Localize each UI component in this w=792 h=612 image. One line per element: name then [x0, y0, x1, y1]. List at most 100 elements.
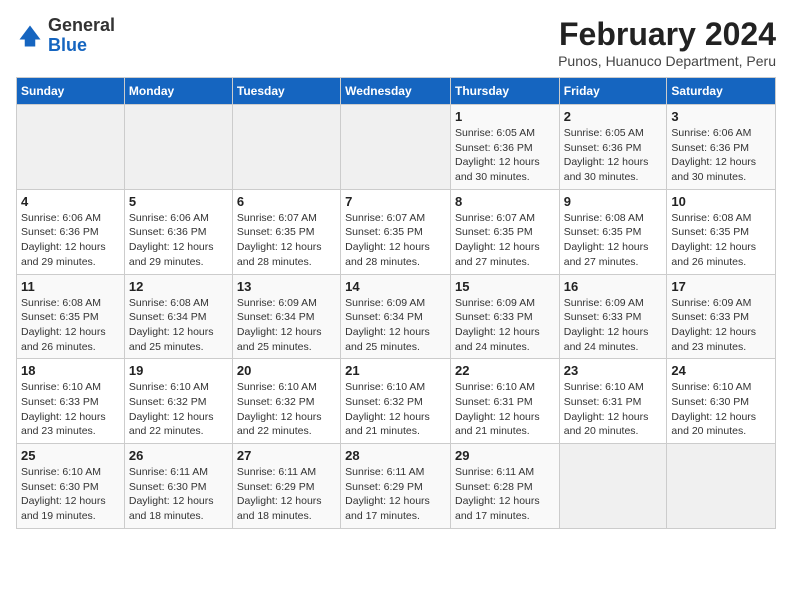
day-info: Sunrise: 6:09 AMSunset: 6:33 PMDaylight:… — [671, 296, 771, 355]
day-number: 11 — [21, 279, 120, 294]
day-of-week-sunday: Sunday — [17, 78, 125, 105]
day-number: 4 — [21, 194, 120, 209]
month-year: February 2024 — [558, 16, 776, 53]
day-number: 19 — [129, 363, 228, 378]
day-cell: 4 Sunrise: 6:06 AMSunset: 6:36 PMDaylight… — [17, 189, 125, 274]
calendar-header: SundayMondayTuesdayWednesdayThursdayFrid… — [17, 78, 776, 105]
day-info: Sunrise: 6:10 AMSunset: 6:31 PMDaylight:… — [564, 380, 663, 439]
day-info: Sunrise: 6:11 AMSunset: 6:29 PMDaylight:… — [237, 465, 336, 524]
day-cell: 17Sunrise: 6:09 AMSunset: 6:33 PMDayligh… — [667, 274, 776, 359]
day-info: Sunrise: 6:05 AMSunset: 6:36 PMDaylight:… — [455, 126, 555, 185]
day-number: 14 — [345, 279, 446, 294]
day-number: 21 — [345, 363, 446, 378]
day-number: 26 — [129, 448, 228, 463]
day-number: 7 — [345, 194, 446, 209]
day-info: Sunrise: 6:10 AMSunset: 6:33 PMDaylight:… — [21, 380, 120, 439]
day-info: Sunrise: 6:09 AMSunset: 6:34 PMDaylight:… — [345, 296, 446, 355]
day-of-week-monday: Monday — [124, 78, 232, 105]
day-number: 24 — [671, 363, 771, 378]
day-number: 18 — [21, 363, 120, 378]
day-cell: 5 Sunrise: 6:06 AMSunset: 6:36 PMDaylight… — [124, 189, 232, 274]
day-cell — [124, 105, 232, 190]
calendar: SundayMondayTuesdayWednesdayThursdayFrid… — [16, 77, 776, 529]
day-cell — [232, 105, 340, 190]
day-number: 6 — [237, 194, 336, 209]
logo-icon — [16, 22, 44, 50]
day-number: 1 — [455, 109, 555, 124]
day-of-week-wednesday: Wednesday — [341, 78, 451, 105]
day-cell: 27 Sunrise: 6:11 AMSunset: 6:29 PMDayligh… — [232, 444, 340, 529]
day-cell: 6Sunrise: 6:07 AMSunset: 6:35 PMDaylight… — [232, 189, 340, 274]
logo-general: General — [48, 15, 115, 35]
logo-blue: Blue — [48, 35, 87, 55]
day-number: 20 — [237, 363, 336, 378]
day-number: 15 — [455, 279, 555, 294]
day-of-week-friday: Friday — [559, 78, 667, 105]
day-number: 10 — [671, 194, 771, 209]
day-number: 9 — [564, 194, 663, 209]
day-number: 5 — [129, 194, 228, 209]
day-cell: 12Sunrise: 6:08 AMSunset: 6:34 PMDayligh… — [124, 274, 232, 359]
logo: General Blue — [16, 16, 115, 56]
title-section: February 2024 Punos, Huanuco Department,… — [558, 16, 776, 69]
day-cell — [667, 444, 776, 529]
day-info: Sunrise: 6:08 AMSunset: 6:34 PMDaylight:… — [129, 296, 228, 355]
day-info: Sunrise: 6:08 AMSunset: 6:35 PMDaylight:… — [564, 211, 663, 270]
day-info: Sunrise: 6:10 AMSunset: 6:31 PMDaylight:… — [455, 380, 555, 439]
day-cell: 26Sunrise: 6:11 AMSunset: 6:30 PMDayligh… — [124, 444, 232, 529]
logo-text: General Blue — [48, 16, 115, 56]
day-info: Sunrise: 6:07 AMSunset: 6:35 PMDaylight:… — [345, 211, 446, 270]
day-number: 27 — [237, 448, 336, 463]
day-cell: 11 Sunrise: 6:08 AMSunset: 6:35 PMDayligh… — [17, 274, 125, 359]
day-info: Sunrise: 6:11 AMSunset: 6:28 PMDaylight:… — [455, 465, 555, 524]
day-info: Sunrise: 6:09 AMSunset: 6:33 PMDaylight:… — [455, 296, 555, 355]
week-row-2: 11 Sunrise: 6:08 AMSunset: 6:35 PMDayligh… — [17, 274, 776, 359]
day-number: 2 — [564, 109, 663, 124]
day-cell: 9 Sunrise: 6:08 AMSunset: 6:35 PMDaylight… — [559, 189, 667, 274]
day-cell: 19 Sunrise: 6:10 AMSunset: 6:32 PMDayligh… — [124, 359, 232, 444]
day-info: Sunrise: 6:06 AMSunset: 6:36 PMDaylight:… — [671, 126, 771, 185]
day-cell: 10 Sunrise: 6:08 AMSunset: 6:35 PMDayligh… — [667, 189, 776, 274]
day-info: Sunrise: 6:06 AMSunset: 6:36 PMDaylight:… — [21, 211, 120, 270]
day-cell: 25 Sunrise: 6:10 AMSunset: 6:30 PMDayligh… — [17, 444, 125, 529]
day-info: Sunrise: 6:06 AMSunset: 6:36 PMDaylight:… — [129, 211, 228, 270]
day-number: 28 — [345, 448, 446, 463]
day-info: Sunrise: 6:05 AMSunset: 6:36 PMDaylight:… — [564, 126, 663, 185]
day-cell: 24 Sunrise: 6:10 AMSunset: 6:30 PMDayligh… — [667, 359, 776, 444]
day-info: Sunrise: 6:08 AMSunset: 6:35 PMDaylight:… — [671, 211, 771, 270]
page-header: General Blue February 2024 Punos, Huanuc… — [16, 16, 776, 69]
day-number: 22 — [455, 363, 555, 378]
day-cell: 20 Sunrise: 6:10 AMSunset: 6:32 PMDayligh… — [232, 359, 340, 444]
day-of-week-thursday: Thursday — [450, 78, 559, 105]
day-cell: 15 Sunrise: 6:09 AMSunset: 6:33 PMDayligh… — [450, 274, 559, 359]
day-cell: 22 Sunrise: 6:10 AMSunset: 6:31 PMDayligh… — [450, 359, 559, 444]
day-cell: 18 Sunrise: 6:10 AMSunset: 6:33 PMDayligh… — [17, 359, 125, 444]
day-number: 13 — [237, 279, 336, 294]
day-number: 23 — [564, 363, 663, 378]
day-info: Sunrise: 6:10 AMSunset: 6:30 PMDaylight:… — [671, 380, 771, 439]
day-number: 16 — [564, 279, 663, 294]
header-row: SundayMondayTuesdayWednesdayThursdayFrid… — [17, 78, 776, 105]
day-cell: 1 Sunrise: 6:05 AMSunset: 6:36 PMDaylight… — [450, 105, 559, 190]
day-of-week-saturday: Saturday — [667, 78, 776, 105]
day-cell: 8Sunrise: 6:07 AMSunset: 6:35 PMDaylight… — [450, 189, 559, 274]
day-cell: 13 Sunrise: 6:09 AMSunset: 6:34 PMDayligh… — [232, 274, 340, 359]
day-cell: 7 Sunrise: 6:07 AMSunset: 6:35 PMDaylight… — [341, 189, 451, 274]
day-cell: 3Sunrise: 6:06 AMSunset: 6:36 PMDaylight… — [667, 105, 776, 190]
day-info: Sunrise: 6:10 AMSunset: 6:32 PMDaylight:… — [129, 380, 228, 439]
week-row-0: 1 Sunrise: 6:05 AMSunset: 6:36 PMDaylight… — [17, 105, 776, 190]
day-info: Sunrise: 6:07 AMSunset: 6:35 PMDaylight:… — [455, 211, 555, 270]
day-cell: 28Sunrise: 6:11 AMSunset: 6:29 PMDayligh… — [341, 444, 451, 529]
day-info: Sunrise: 6:08 AMSunset: 6:35 PMDaylight:… — [21, 296, 120, 355]
day-cell — [559, 444, 667, 529]
day-info: Sunrise: 6:10 AMSunset: 6:32 PMDaylight:… — [345, 380, 446, 439]
day-cell — [341, 105, 451, 190]
day-info: Sunrise: 6:10 AMSunset: 6:32 PMDaylight:… — [237, 380, 336, 439]
day-info: Sunrise: 6:09 AMSunset: 6:34 PMDaylight:… — [237, 296, 336, 355]
day-cell: 21 Sunrise: 6:10 AMSunset: 6:32 PMDayligh… — [341, 359, 451, 444]
day-cell — [17, 105, 125, 190]
day-number: 25 — [21, 448, 120, 463]
day-of-week-tuesday: Tuesday — [232, 78, 340, 105]
day-info: Sunrise: 6:10 AMSunset: 6:30 PMDaylight:… — [21, 465, 120, 524]
day-cell: 2 Sunrise: 6:05 AMSunset: 6:36 PMDaylight… — [559, 105, 667, 190]
